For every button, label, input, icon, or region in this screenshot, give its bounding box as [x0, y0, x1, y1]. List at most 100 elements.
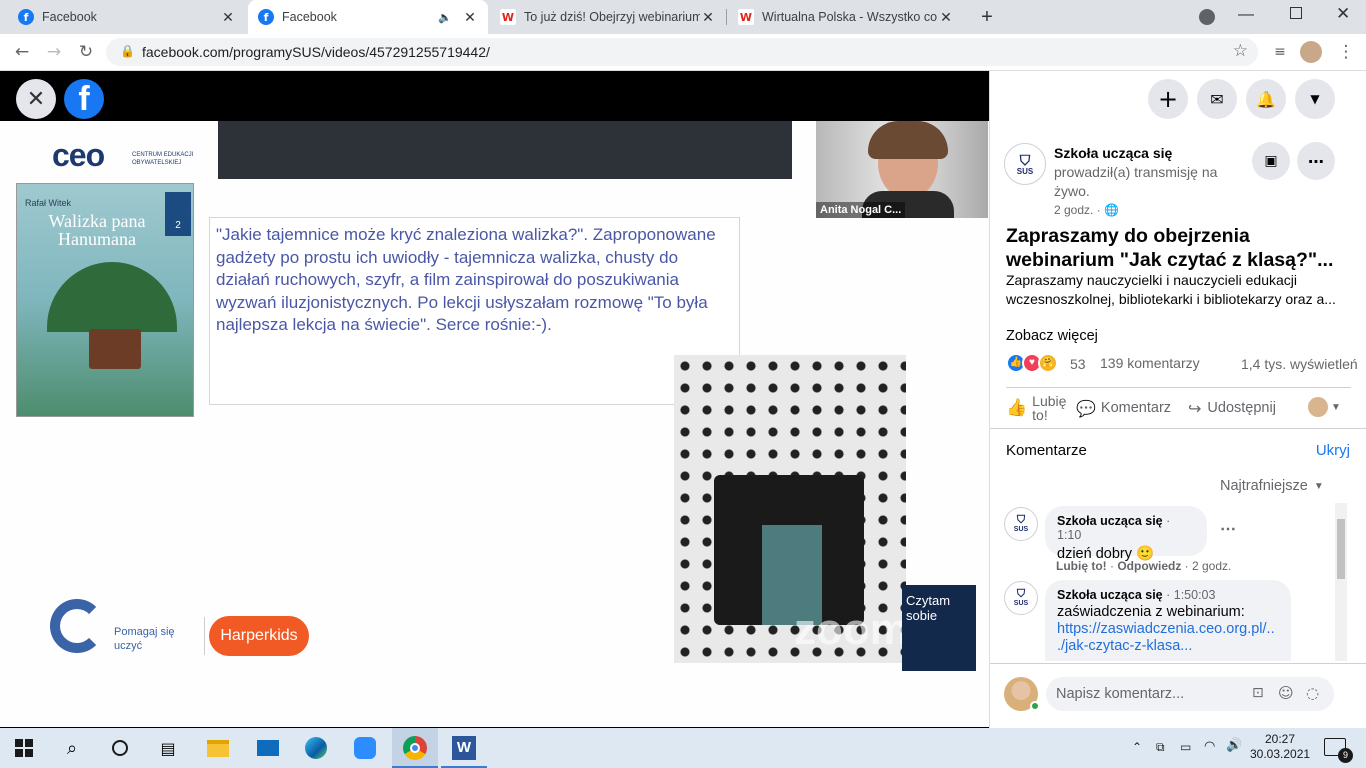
file-explorer-icon[interactable] [206, 736, 230, 760]
facebook-logo-icon[interactable]: f [64, 79, 104, 119]
messenger-icon[interactable]: ✉ [1197, 79, 1237, 119]
show-hidden-icons-icon[interactable]: ⌃ [1132, 740, 1142, 754]
back-icon[interactable]: ← [10, 40, 34, 64]
zoom-app-icon[interactable] [353, 736, 377, 760]
browser-menu-icon[interactable]: ⋮ [1334, 40, 1358, 64]
views-count: 1,4 tys. wyświetleń [1241, 356, 1358, 372]
battery-icon[interactable]: ▭ [1180, 740, 1191, 754]
comments-count[interactable]: 139 komentarzy [1100, 355, 1200, 371]
browser-tab-bar: f Facebook ✕ f Facebook 🔈 ✕ W To już dzi… [0, 0, 1366, 34]
comment-like-link[interactable]: Lubię to! [1056, 559, 1107, 573]
clock[interactable]: 20:27 30.03.2021 [1250, 732, 1310, 762]
comment-timestamp[interactable]: 1:50:03 [1174, 588, 1216, 602]
reading-list-icon[interactable]: ≡ [1268, 40, 1292, 64]
chevron-down-icon: ▼ [1313, 480, 1324, 492]
see-more-link[interactable]: Zobacz więcej [1006, 328, 1098, 344]
emoji-icon[interactable]: ☺ [1278, 684, 1294, 702]
comment-link[interactable]: https://zaswiadczenia.ceo.org.pl/.. [1057, 621, 1279, 637]
minimize-icon[interactable]: — [1238, 6, 1254, 24]
reaction-as-selector[interactable]: ▼ [1308, 397, 1341, 417]
tab-label: To już dziś! Obejrzyj webinarium [524, 10, 700, 24]
reactions-icons[interactable]: 👍 ♥ 🤗 [1006, 353, 1070, 373]
clock-time: 20:27 [1264, 732, 1296, 746]
comment-actions: Lubię to! · Odpowiedz · 2 godz. [1056, 559, 1232, 573]
share-button[interactable]: ↪ Udostępnij [1188, 391, 1276, 425]
page-avatar[interactable]: ⛉ SUS [1004, 143, 1046, 185]
comment-avatar[interactable]: ⛉ SUS [1004, 581, 1038, 615]
slide-header-bar [218, 121, 792, 179]
speaker-video: Anita Nogal C... [816, 121, 988, 218]
tab-facebook-2[interactable]: f Facebook 🔈 ✕ [248, 0, 488, 34]
create-icon[interactable]: + [1148, 79, 1188, 119]
comment-avatar[interactable]: ⛉ SUS [1004, 507, 1038, 541]
facebook-favicon-icon: f [18, 9, 34, 25]
comment-author-row: Szkoła ucząca się · 1:50:03 [1057, 588, 1216, 602]
sus-shield-icon: ⛉ [1016, 588, 1026, 600]
maximize-icon[interactable] [1290, 7, 1302, 19]
action-center-icon[interactable]: 9 [1324, 738, 1353, 763]
avatar-label: SUS [1016, 166, 1034, 176]
comment-button[interactable]: 💬 Komentarz [1076, 391, 1171, 425]
edge-icon[interactable] [304, 736, 328, 760]
close-video-icon[interactable]: ✕ [16, 79, 56, 119]
scrollbar-thumb[interactable] [1337, 519, 1345, 579]
search-icon[interactable]: ⌕ [60, 736, 84, 760]
comment-reply-link[interactable]: Odpowiedz [1117, 559, 1181, 573]
comments-scrollbar[interactable] [1335, 503, 1347, 661]
book-author: Rafał Witek [25, 198, 72, 208]
notifications-bell-icon[interactable]: 🔔 [1246, 79, 1286, 119]
facebook-favicon-icon: f [258, 9, 274, 25]
cortana-icon[interactable] [108, 736, 132, 760]
right-panel: + ✉ 🔔 ▼ ⛉ SUS Szkoła ucząca się prowadzi… [989, 71, 1366, 728]
close-tab-icon[interactable]: ✕ [220, 9, 236, 26]
sticker-icon[interactable]: ◌ [1306, 684, 1319, 702]
tab-webinar[interactable]: W To już dziś! Obejrzyj webinarium ✕ [490, 0, 726, 34]
forward-icon[interactable]: → [42, 40, 66, 64]
close-window-icon[interactable]: ✕ [1336, 4, 1350, 24]
omnibox[interactable]: 🔒 facebook.com/programySUS/videos/457291… [106, 38, 1258, 66]
word-taskbar-button[interactable]: W [441, 728, 487, 768]
wifi-icon[interactable]: ◠ [1204, 739, 1215, 754]
new-tab-icon[interactable]: + [976, 6, 998, 28]
meet-now-icon[interactable]: ⧉ [1156, 740, 1165, 755]
comment-link-continued[interactable]: ./jak-czytac-z-klasa... [1057, 638, 1279, 654]
comment-timestamp[interactable]: 1:10 [1057, 528, 1081, 542]
comment-bubble: Szkoła ucząca się · 1:50:03 zaświadczeni… [1045, 580, 1291, 661]
comment-author[interactable]: Szkoła ucząca się [1057, 514, 1163, 528]
post-options-icon[interactable]: ⋯ [1297, 142, 1335, 180]
comment-options-icon[interactable]: ⋯ [1220, 519, 1236, 539]
close-tab-icon[interactable]: ✕ [700, 9, 716, 26]
chrome-taskbar-button[interactable] [392, 728, 438, 768]
like-label: Lubię to! [1032, 393, 1067, 423]
close-tab-icon[interactable]: ✕ [938, 9, 954, 26]
tab-wp[interactable]: W Wirtualna Polska - Wszystko co w ✕ [728, 0, 964, 34]
save-post-icon[interactable]: ▣ [1252, 142, 1290, 180]
mail-icon[interactable] [256, 736, 280, 760]
post-time[interactable]: 2 godz. · [1054, 203, 1101, 217]
reload-icon[interactable]: ↻ [74, 40, 98, 64]
sort-selector[interactable]: Najtrafniejsze ▼ [1220, 478, 1324, 494]
video-player[interactable]: ✕ f ceo CENTRUM EDUKACJI OBYWATELSKIEJ R… [0, 71, 989, 728]
speaker-icon[interactable]: 🔈 [438, 11, 454, 24]
hide-comments-link[interactable]: Ukryj [1316, 442, 1350, 459]
windows-start-icon[interactable] [12, 736, 36, 760]
post-page-name[interactable]: Szkoła ucząca się [1054, 145, 1172, 161]
reactions-count[interactable]: 53 [1070, 356, 1086, 372]
account-menu-icon[interactable]: ▼ [1295, 79, 1335, 119]
bookmark-star-icon[interactable]: ☆ [1233, 41, 1248, 61]
tab-label: Facebook [42, 10, 97, 24]
volume-icon[interactable]: 🔊 [1226, 738, 1242, 753]
comment-author[interactable]: Szkoła ucząca się [1057, 588, 1163, 602]
close-tab-icon[interactable]: ✕ [462, 9, 478, 26]
like-button[interactable]: 👍 Lubię to! [1006, 391, 1072, 425]
comment-label: Komentarz [1100, 400, 1172, 416]
tab-search-icon[interactable] [1199, 9, 1215, 25]
tab-facebook-1[interactable]: f Facebook ✕ [8, 0, 246, 34]
comment-input[interactable]: Napisz komentarz... ⊡ ☺ ◌ [1046, 677, 1334, 711]
speaker-hair [868, 121, 948, 159]
task-view-icon[interactable]: ▤ [156, 736, 180, 760]
url-text[interactable]: facebook.com/programySUS/videos/45729125… [142, 44, 490, 60]
profile-avatar[interactable] [1300, 41, 1322, 63]
pomagaj-text: Pomagaj się uczyć [114, 626, 175, 652]
gif-icon[interactable]: ⊡ [1252, 685, 1264, 701]
